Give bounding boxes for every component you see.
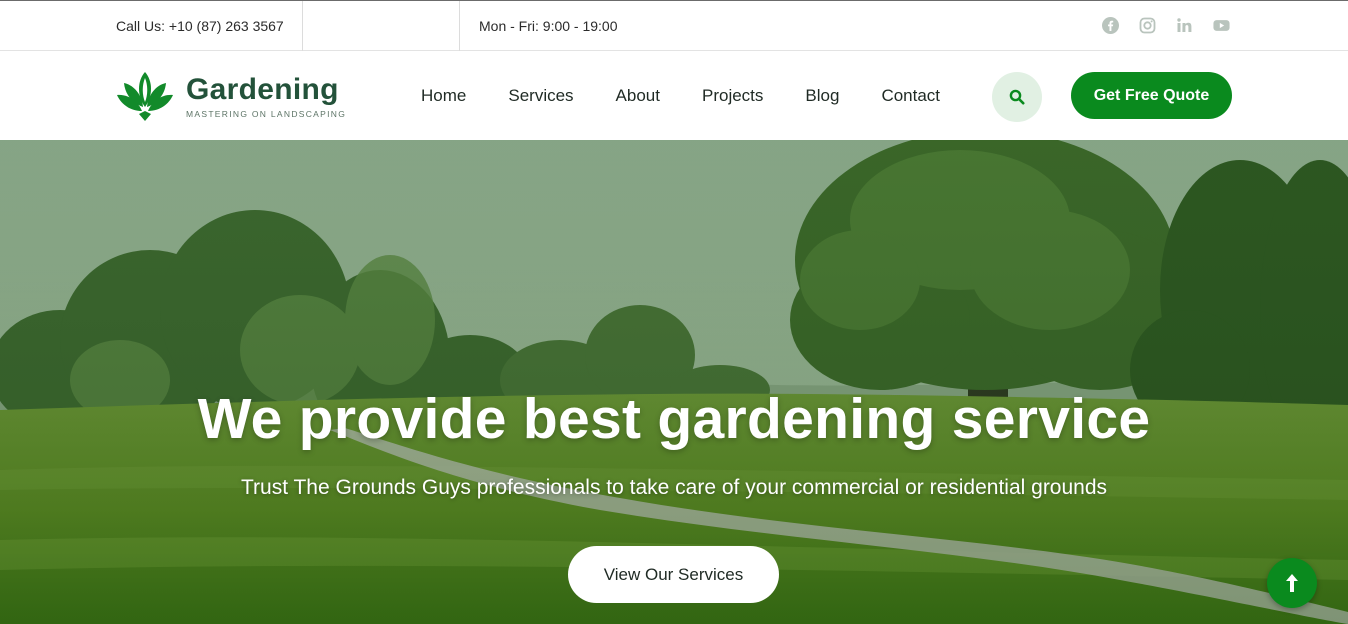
nav-services[interactable]: Services: [508, 86, 573, 106]
nav-blog[interactable]: Blog: [805, 86, 839, 106]
search-button[interactable]: [992, 72, 1042, 122]
arrow-up-icon: [1286, 574, 1298, 592]
main-nav: Home Services About Projects Blog Contac…: [421, 86, 940, 106]
divider: [302, 1, 303, 51]
nav-home[interactable]: Home: [421, 86, 466, 106]
instagram-icon[interactable]: [1139, 17, 1156, 34]
facebook-icon[interactable]: [1102, 17, 1119, 34]
lotus-logo-icon: [117, 72, 173, 121]
scroll-to-top-button[interactable]: [1267, 558, 1317, 608]
logo[interactable]: Gardening MASTERING ON LANDSCAPING: [116, 69, 346, 123]
hero-headline: We provide best gardening service: [197, 387, 1151, 451]
site-header: Gardening MASTERING ON LANDSCAPING Home …: [0, 51, 1348, 140]
nav-contact[interactable]: Contact: [881, 86, 940, 106]
divider: [459, 1, 460, 51]
search-icon: [1009, 89, 1025, 105]
social-links: [1102, 17, 1230, 34]
top-bar: Call Us: +10 (87) 263 3567 Mon - Fri: 9:…: [0, 0, 1348, 51]
nav-projects[interactable]: Projects: [702, 86, 763, 106]
logo-text: Gardening MASTERING ON LANDSCAPING: [186, 72, 347, 119]
get-free-quote-button[interactable]: Get Free Quote: [1071, 72, 1232, 119]
hero-subheadline: Trust The Grounds Guys professionals to …: [240, 476, 1108, 499]
opening-hours-text: Mon - Fri: 9:00 - 19:00: [479, 18, 618, 34]
nav-about[interactable]: About: [616, 86, 660, 106]
brand-name: Gardening: [186, 72, 339, 106]
youtube-icon[interactable]: [1213, 17, 1230, 34]
view-our-services-button[interactable]: View Our Services: [568, 546, 779, 603]
brand-tagline: MASTERING ON LANDSCAPING: [186, 108, 347, 119]
hero-section: We provide best gardening service Trust …: [0, 140, 1348, 624]
call-us-text[interactable]: Call Us: +10 (87) 263 3567: [116, 18, 284, 34]
linkedin-icon[interactable]: [1176, 17, 1193, 34]
